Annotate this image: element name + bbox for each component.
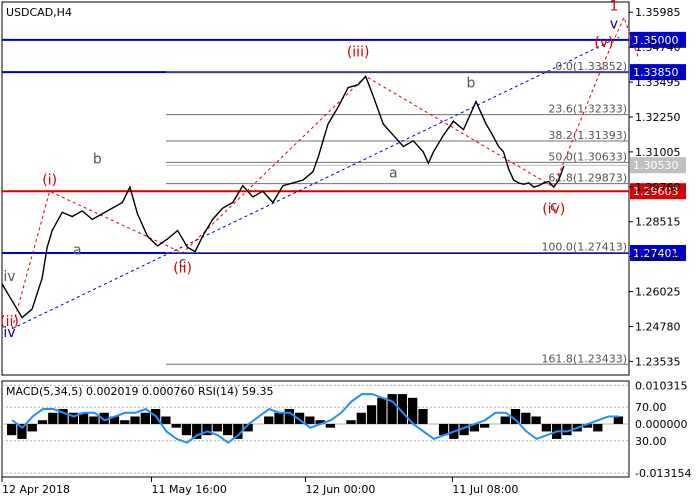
macd-bar: [171, 423, 181, 428]
y-tick-label: 1.31005: [635, 146, 681, 159]
y-tick-label: 1.28515: [635, 216, 681, 229]
current-price-label: 1.30530: [633, 159, 679, 172]
price-chart: USDCAD,H4 MACD(5,34,5) 0.002019 0.000760…: [0, 0, 691, 496]
macd-bar: [120, 420, 130, 424]
wave-label: (iii): [347, 45, 370, 61]
indicator-tick-label: -0.013154: [635, 467, 691, 480]
macd-bar: [418, 409, 428, 424]
wave-label: (ii): [173, 261, 192, 277]
macd-bar: [130, 416, 140, 424]
y-tick-label: 1.34740: [635, 41, 681, 54]
x-tick-label: 12 Apr 2018: [2, 483, 70, 496]
x-tick-label: 12 Jun 00:00: [305, 483, 375, 496]
macd-bar: [284, 409, 294, 424]
macd-bar: [48, 412, 58, 424]
macd-bar: [7, 423, 17, 436]
fib-label: 23.6(1.32333): [548, 103, 627, 116]
indicator-label: MACD(5,34,5) 0.002019 0.000760 RSI(14) 5…: [6, 385, 273, 398]
chart-frame: [1, 1, 630, 376]
y-tick-label: 1.26025: [635, 286, 681, 299]
indicator-tick-label: 0.010315: [635, 379, 688, 392]
wave-label: v: [610, 17, 618, 33]
indicator-tick-label: 30.00: [635, 435, 667, 448]
wave-label: a: [73, 242, 82, 258]
y-tick-label: 1.23535: [635, 355, 681, 368]
indicator-tick-label: 70.00: [635, 401, 667, 414]
macd-bar: [305, 416, 315, 424]
macd-bar: [377, 397, 387, 424]
y-tick-label: 1.27270: [635, 251, 681, 264]
macd-bar: [325, 423, 336, 428]
macd-bar: [593, 423, 603, 432]
wave-label: 1: [609, 0, 618, 14]
macd-bar: [140, 412, 150, 424]
macd-bar: [222, 423, 233, 436]
fib-label: 38.2(1.31393): [548, 129, 627, 142]
macd-bar: [37, 420, 48, 424]
fib-label: 161.8(1.23433): [541, 352, 627, 365]
chart-title: USDCAD,H4: [6, 6, 72, 19]
macd-bar: [541, 423, 552, 432]
wave-label: (v): [594, 35, 613, 51]
x-tick-label: 11 Jul 08:00: [452, 483, 518, 496]
y-tick-label: 1.35985: [635, 6, 681, 19]
macd-bar: [531, 416, 541, 424]
macd-bar: [274, 412, 284, 424]
wave-label: b: [467, 76, 476, 92]
x-tick-label: 11 May 16:00: [151, 483, 226, 496]
macd-bar: [366, 405, 377, 424]
macd-bar: [480, 423, 490, 428]
y-tick-label: 1.32250: [635, 111, 681, 124]
macd-bar: [387, 394, 397, 424]
fib-label: 100.0(1.27413): [541, 241, 627, 254]
macd-bar: [264, 416, 274, 424]
macd-bar: [89, 416, 99, 424]
y-tick-label: 1.24780: [635, 320, 681, 333]
wave-label: b: [93, 151, 102, 167]
wave-label: (iv): [542, 202, 565, 218]
macd-bar: [161, 416, 171, 424]
macd-bar: [356, 412, 366, 424]
indicator-tick-label: 0.000000: [635, 418, 688, 431]
macd-bar: [613, 416, 623, 424]
macd-bar: [500, 416, 510, 424]
wave-label: (i): [42, 172, 57, 188]
fib-label: 50.0(1.30633): [548, 150, 627, 163]
y-tick-label: 1.29760: [635, 181, 681, 194]
chart-stage: USDCAD,H4 MACD(5,34,5) 0.002019 0.000760…: [0, 0, 700, 500]
wave-label: iv: [3, 269, 15, 285]
macd-bar: [181, 423, 192, 436]
macd-bar: [212, 423, 222, 432]
macd-bar: [521, 412, 531, 424]
macd-bar: [346, 420, 356, 424]
wave-label: iv: [3, 325, 15, 341]
wave-label: a: [389, 165, 398, 181]
macd-bar: [27, 423, 37, 432]
y-tick-label: 1.33495: [635, 76, 681, 89]
